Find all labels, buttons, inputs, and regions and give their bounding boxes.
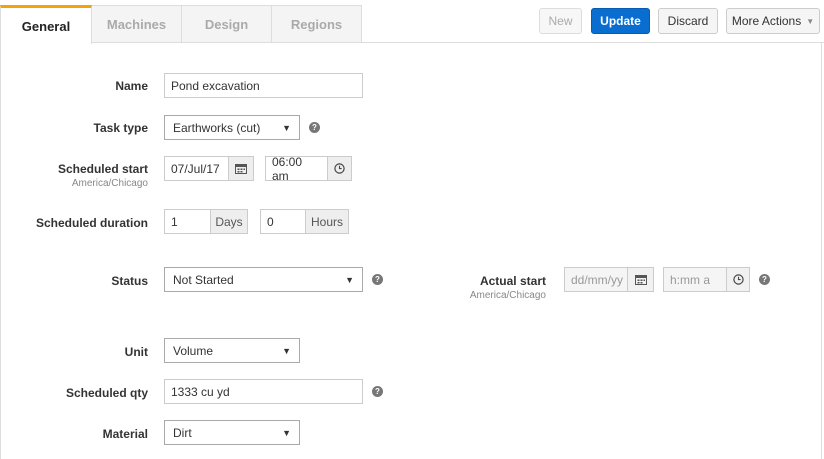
dropdown-arrow-icon: ▼ bbox=[282, 122, 291, 133]
unit-select[interactable]: Volume ▼ bbox=[164, 338, 300, 363]
actual-start-time-placeholder: h:mm a bbox=[670, 272, 711, 287]
tab-regions[interactable]: Regions bbox=[271, 5, 362, 43]
actual-start-timezone: America/Chicago bbox=[469, 290, 546, 301]
discard-button-label: Discard bbox=[667, 14, 709, 28]
update-button-label: Update bbox=[600, 14, 641, 28]
name-input[interactable]: Pond excavation bbox=[164, 73, 363, 98]
more-actions-button[interactable]: More Actions ▼ bbox=[726, 8, 820, 34]
actual-start-date-placeholder: dd/mm/yy bbox=[571, 272, 624, 287]
scheduled-qty-value: 1333 cu yd bbox=[171, 384, 230, 399]
new-button-label: New bbox=[548, 14, 573, 28]
tab-machines[interactable]: Machines bbox=[91, 5, 182, 43]
calendar-icon bbox=[235, 164, 247, 174]
scheduled-start-time-input[interactable]: 06:00 am bbox=[265, 154, 328, 183]
name-value: Pond excavation bbox=[171, 78, 260, 93]
unit-value: Volume bbox=[173, 343, 214, 358]
status-label: Status bbox=[111, 274, 148, 288]
material-label: Material bbox=[102, 427, 148, 441]
duration-hours-input[interactable]: 0 bbox=[260, 209, 306, 234]
calendar-icon bbox=[634, 275, 647, 285]
name-label: Name bbox=[115, 79, 148, 93]
duration-hours-unit: Hours bbox=[305, 209, 349, 234]
duration-days-value: 1 bbox=[171, 214, 178, 229]
dropdown-arrow-icon: ▼ bbox=[345, 274, 354, 285]
scheduled-duration-label: Scheduled duration bbox=[35, 216, 148, 230]
dropdown-arrow-icon: ▼ bbox=[282, 345, 291, 356]
tab-general[interactable]: General bbox=[0, 5, 92, 44]
status-value: Not Started bbox=[173, 272, 234, 287]
status-help-icon[interactable]: ? bbox=[372, 274, 383, 285]
task-type-label: Task type bbox=[93, 121, 148, 135]
dropdown-arrow-icon: ▼ bbox=[282, 427, 291, 438]
material-select[interactable]: Dirt ▼ bbox=[164, 420, 300, 445]
duration-days-unit-label: Days bbox=[215, 214, 243, 229]
actual-start-date-input[interactable]: dd/mm/yy bbox=[564, 267, 628, 292]
scheduled-start-time-value: 06:00 am bbox=[272, 154, 303, 183]
discard-button[interactable]: Discard bbox=[658, 8, 718, 34]
duration-hours-value: 0 bbox=[267, 214, 274, 229]
task-type-help-icon[interactable]: ? bbox=[309, 122, 320, 133]
more-actions-label: More Actions bbox=[731, 14, 802, 28]
actual-start-clock-button[interactable] bbox=[726, 267, 750, 292]
actual-start-label: Actual start bbox=[479, 274, 546, 288]
scheduled-start-clock-button[interactable] bbox=[327, 156, 352, 181]
new-button[interactable]: New bbox=[539, 8, 582, 34]
caret-down-icon: ▼ bbox=[806, 16, 815, 26]
tab-machines-label: Machines bbox=[106, 17, 167, 32]
unit-label: Unit bbox=[124, 345, 148, 359]
tab-bar: General Machines Design Regions New Upda… bbox=[0, 0, 824, 44]
scheduled-start-calendar-button[interactable] bbox=[228, 156, 254, 181]
clock-icon bbox=[732, 274, 744, 285]
task-type-value: Earthworks (cut) bbox=[173, 120, 261, 135]
scheduled-start-date-value: 07/Jul/17 bbox=[171, 161, 220, 176]
actual-start-help-icon[interactable]: ? bbox=[759, 274, 770, 285]
scheduled-qty-label: Scheduled qty bbox=[65, 386, 148, 400]
tab-regions-label: Regions bbox=[290, 17, 343, 32]
scheduled-start-label: Scheduled start bbox=[57, 162, 148, 176]
material-value: Dirt bbox=[173, 425, 192, 440]
status-select[interactable]: Not Started ▼ bbox=[164, 267, 363, 292]
duration-hours-unit-label: Hours bbox=[310, 214, 343, 229]
update-button[interactable]: Update bbox=[591, 8, 650, 34]
scheduled-qty-help-icon[interactable]: ? bbox=[372, 386, 383, 397]
clock-icon bbox=[334, 163, 345, 174]
tab-design[interactable]: Design bbox=[181, 5, 272, 43]
scheduled-start-date-input[interactable]: 07/Jul/17 bbox=[164, 156, 229, 181]
actual-start-time-input[interactable]: h:mm a bbox=[663, 267, 727, 292]
scheduled-start-timezone: America/Chicago bbox=[71, 178, 148, 189]
task-type-select[interactable]: Earthworks (cut) ▼ bbox=[164, 115, 300, 140]
tab-general-label: General bbox=[21, 18, 71, 34]
duration-days-input[interactable]: 1 bbox=[164, 209, 211, 234]
tab-design-label: Design bbox=[204, 17, 249, 32]
scheduled-qty-input[interactable]: 1333 cu yd bbox=[164, 379, 363, 404]
duration-days-unit: Days bbox=[210, 209, 248, 234]
actual-start-calendar-button[interactable] bbox=[627, 267, 654, 292]
